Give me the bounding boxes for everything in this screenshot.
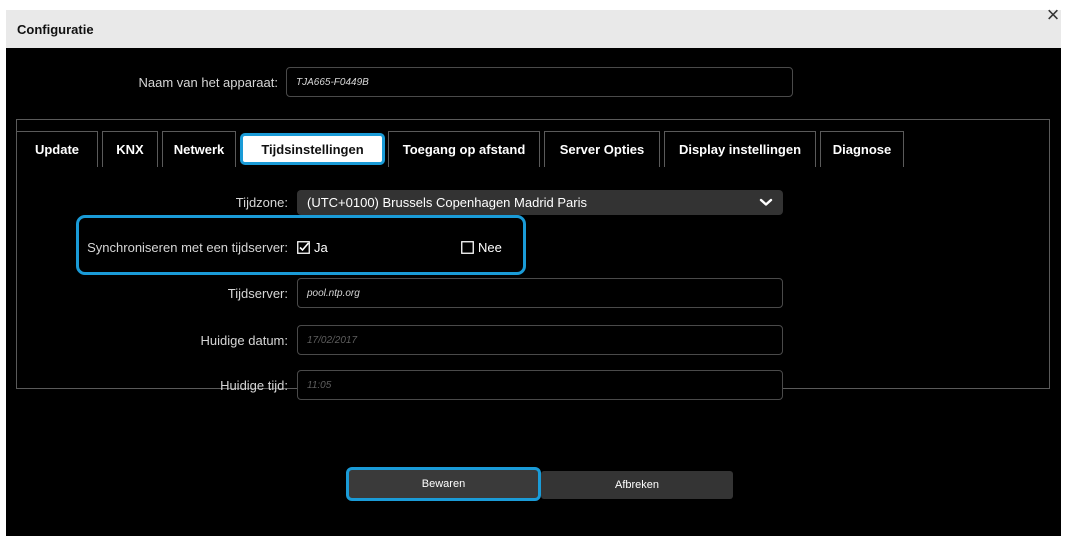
close-icon[interactable]: × (1043, 4, 1063, 26)
date-label: Huidige datum: (200, 333, 288, 348)
checkbox-checked-icon[interactable] (297, 241, 310, 254)
timezone-value: (UTC+0100) Brussels Copenhagen Madrid Pa… (307, 195, 587, 210)
tab-server-opties[interactable]: Server Opties (544, 131, 660, 167)
tab-display-instellingen[interactable]: Display instellingen (664, 131, 816, 167)
timezone-select[interactable]: (UTC+0100) Brussels Copenhagen Madrid Pa… (297, 190, 783, 215)
sync-yes-option[interactable]: Ja (297, 240, 328, 255)
device-name-field[interactable]: TJA665-F0449B (286, 67, 793, 97)
device-name-label: Naam van het apparaat: (138, 75, 278, 90)
sync-label: Synchroniseren met een tijdserver: (87, 240, 288, 255)
timezone-label: Tijdzone: (235, 195, 288, 210)
window-title: Configuratie (17, 22, 94, 37)
chevron-down-icon (759, 198, 773, 206)
tab-knx[interactable]: KNX (102, 131, 158, 167)
tab-netwerk[interactable]: Netwerk (162, 131, 236, 167)
timeserver-label: Tijdserver: (227, 286, 288, 301)
sync-no-option[interactable]: Nee (461, 240, 502, 255)
tab-toegang-op-afstand[interactable]: Toegang op afstand (388, 131, 540, 167)
sync-yes-label: Ja (314, 240, 328, 255)
title-bar: Configuratie (6, 10, 1061, 48)
tab-update[interactable]: Update (16, 131, 98, 167)
cancel-button[interactable]: Afbreken (541, 471, 733, 499)
checkbox-unchecked-icon[interactable] (461, 241, 474, 254)
tab-diagnose[interactable]: Diagnose (820, 131, 904, 167)
time-label: Huidige tijd: (220, 378, 288, 393)
sync-no-label: Nee (478, 240, 502, 255)
date-field[interactable]: 17/02/2017 (297, 325, 783, 355)
tab-tijdsinstellingen[interactable]: Tijdsinstellingen (240, 133, 385, 165)
timeserver-field[interactable]: pool.ntp.org (297, 278, 783, 308)
save-button[interactable]: Bewaren (346, 467, 541, 501)
time-field[interactable]: 11:05 (297, 370, 783, 400)
